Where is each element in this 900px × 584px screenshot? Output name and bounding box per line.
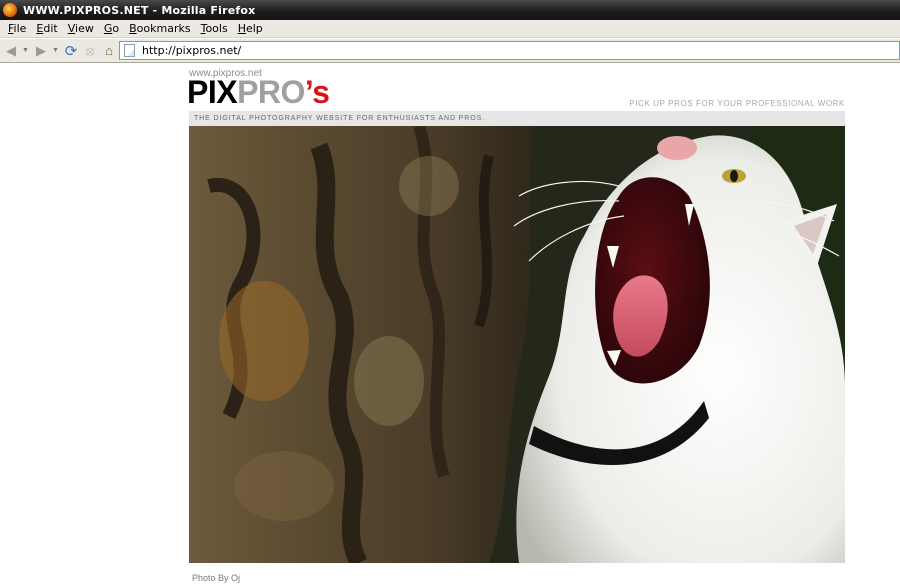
tagline: PICK UP PROS FOR YOUR PROFESSIONAL WORK bbox=[629, 99, 845, 108]
featured-photo[interactable] bbox=[189, 126, 845, 563]
home-icon[interactable]: ⌂ bbox=[100, 42, 118, 60]
menu-view[interactable]: View bbox=[63, 22, 99, 35]
reload-icon[interactable]: ⟳ bbox=[62, 42, 80, 60]
page-content: www.pixpros.net PIXPRO’s PICK UP PROS FO… bbox=[0, 63, 900, 584]
back-arrow-icon[interactable]: ◀ bbox=[2, 42, 20, 60]
page-icon bbox=[124, 44, 135, 57]
address-bar[interactable]: http://pixpros.net/ bbox=[119, 41, 900, 60]
window-title-bar: WWW.PIXPROS.NET - Mozilla Firefox bbox=[0, 0, 900, 20]
logo-pro: PRO bbox=[237, 74, 305, 110]
menu-go[interactable]: Go bbox=[99, 22, 124, 35]
subtitle-bar: THE DIGITAL PHOTOGRAPHY WEBSITE FOR ENTH… bbox=[189, 111, 845, 126]
navigation-toolbar: ◀ ▼ ▶ ▼ ⟳ ⦻ ⌂ http://pixpros.net/ bbox=[0, 39, 900, 63]
forward-dropdown-icon[interactable]: ▼ bbox=[51, 42, 60, 60]
window-title: WWW.PIXPROS.NET - Mozilla Firefox bbox=[23, 3, 256, 17]
menu-tools[interactable]: Tools bbox=[196, 22, 233, 35]
back-dropdown-icon[interactable]: ▼ bbox=[21, 42, 30, 60]
logo-pix: PIX bbox=[187, 74, 238, 110]
site-logo[interactable]: PIXPRO’s bbox=[187, 74, 330, 110]
firefox-logo-icon bbox=[3, 3, 17, 17]
menu-help[interactable]: Help bbox=[233, 22, 268, 35]
logo-s: ’s bbox=[304, 74, 330, 110]
stop-icon[interactable]: ⦻ bbox=[81, 42, 99, 60]
photo-credit: Photo By Oj bbox=[192, 573, 241, 583]
forward-arrow-icon[interactable]: ▶ bbox=[32, 42, 50, 60]
menu-file[interactable]: File bbox=[3, 22, 31, 35]
menu-bookmarks[interactable]: Bookmarks bbox=[124, 22, 195, 35]
url-text[interactable]: http://pixpros.net/ bbox=[142, 44, 241, 57]
menu-edit[interactable]: Edit bbox=[31, 22, 62, 35]
menu-bar: File Edit View Go Bookmarks Tools Help bbox=[0, 20, 900, 38]
